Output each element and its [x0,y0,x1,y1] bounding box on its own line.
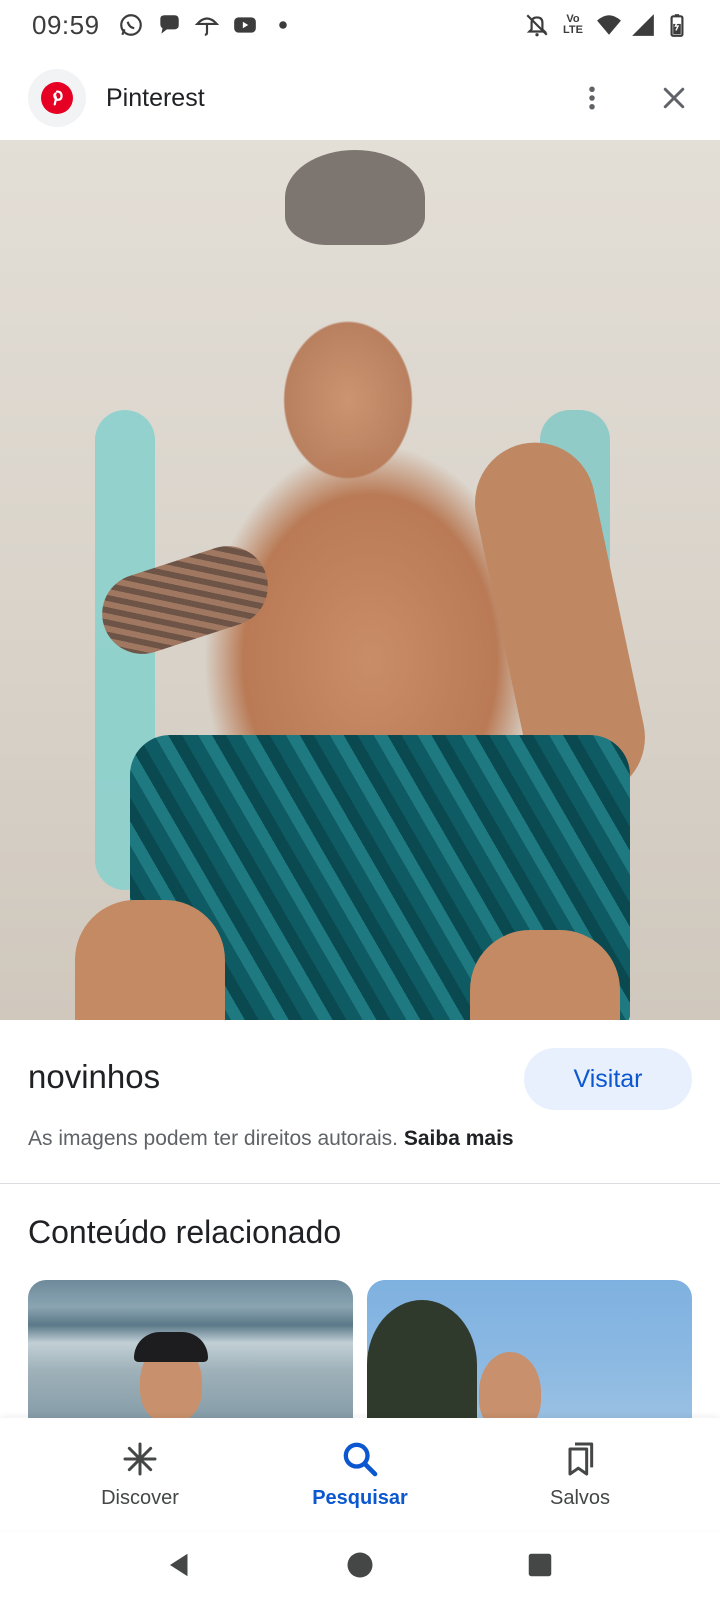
bookmarks-icon [568,1442,594,1475]
wifi-icon [596,12,622,38]
thumbnail-face [479,1352,541,1418]
image-leg-left [75,900,225,1020]
related-thumbnail[interactable] [28,1280,353,1418]
image-title: novinhos [28,1058,161,1095]
nav-saved-label: Salvos [549,1486,611,1509]
image-info: novinhos Visitar As imagens podem ter di… [0,1020,720,1184]
youtube-icon [232,12,258,38]
pinterest-icon[interactable] [28,69,86,127]
main-image[interactable] [0,140,720,1020]
nav-search-label: Pesquisar [312,1486,408,1509]
bottom-navigation: Discover Pesquisar Salvos [0,1418,720,1530]
copyright-notice: As imagens podem ter direitos autorais. … [28,1127,514,1151]
home-icon[interactable] [340,1545,380,1585]
umbrella-icon [194,12,220,38]
image-leg-right [470,930,620,1020]
more-vert-icon[interactable] [574,80,610,116]
thumbnail-cap [134,1332,208,1362]
learn-more-link[interactable]: Saiba mais [404,1127,514,1150]
nav-discover-label: Discover [101,1486,179,1509]
mute-icon [524,12,550,38]
related-content-grid [28,1280,692,1418]
copyright-text: As imagens podem ter direitos autorais. [28,1127,399,1150]
notification-icons [118,12,296,38]
asterisk-icon [123,1442,157,1475]
source-title: Pinterest [106,83,205,112]
close-icon[interactable] [656,80,692,116]
nav-saved[interactable]: Salvos [490,1439,670,1510]
search-icon [343,1442,378,1476]
status-time: 09:59 [32,9,100,40]
header-actions [574,80,692,116]
visit-button[interactable]: Visitar [524,1048,692,1110]
app-header: Pinterest [0,58,720,138]
recents-icon[interactable] [520,1545,560,1585]
related-thumbnail[interactable] [367,1280,692,1418]
chat-bubble-icon [156,12,182,38]
dot-icon [270,12,296,38]
volte-icon: Vo LTE [558,12,588,38]
system-status-icons: Vo LTE [524,12,690,38]
status-bar: 09:59 Vo LTE [0,0,720,50]
lte-label: LTE [563,24,583,36]
whatsapp-icon [118,12,144,38]
thumbnail-tree [367,1300,477,1418]
signal-icon [630,12,656,38]
nav-search[interactable]: Pesquisar [270,1439,450,1510]
nav-discover[interactable]: Discover [50,1439,230,1510]
image-hair [285,150,425,245]
back-icon[interactable] [160,1545,200,1585]
pinterest-logo-mark [41,82,73,114]
system-navigation [0,1530,720,1600]
battery-icon [664,12,690,38]
related-content-title: Conteúdo relacionado [28,1214,342,1250]
